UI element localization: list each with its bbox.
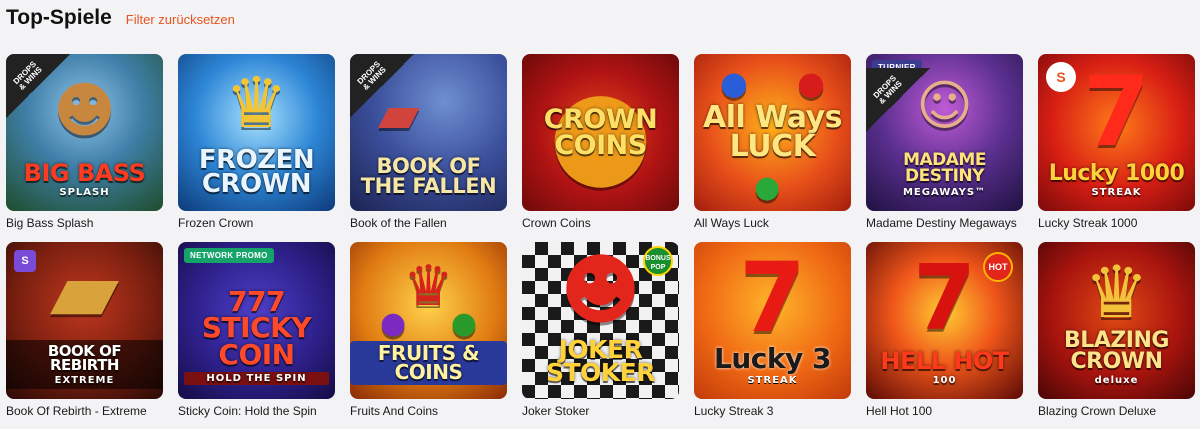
game-card-sticky-coin[interactable]: NETWORK PROMO 777 STICKY COIN HOLD THE S…: [178, 242, 335, 418]
game-thumbnail[interactable]: ♛ ● ● FRUITS & COINS: [350, 242, 507, 399]
game-thumbnail[interactable]: ♛ BLAZING CROWN deluxe: [1038, 242, 1195, 399]
game-name: Frozen Crown: [178, 216, 254, 230]
game-logo: BOOK OF THE FALLEN: [360, 154, 497, 199]
game-name: Madame Destiny Megaways: [866, 216, 1017, 230]
game-logo: HELL HOT 100: [880, 346, 1009, 386]
game-name: Book Of Rebirth - Extreme: [6, 404, 147, 418]
game-logo: CROWN COINS: [543, 103, 658, 161]
game-name: All Ways Luck: [694, 216, 769, 230]
game-thumbnail[interactable]: ● ● ● All Ways LUCK: [694, 54, 851, 211]
game-card-fruits-and-coins[interactable]: ♛ ● ● FRUITS & COINS Fruits And Coins: [350, 242, 507, 418]
game-thumbnail[interactable]: DROPS & WINS ▰ BOOK OF THE FALLEN: [350, 54, 507, 211]
game-card-crown-coins[interactable]: ● CROWN COINS Crown Coins: [522, 54, 679, 230]
game-logo: FRUITS & COINS: [350, 341, 507, 385]
game-card-big-bass-splash[interactable]: DROPS & WINS ☻ BIG BASS SPLASH Big Bass …: [6, 54, 163, 230]
game-card-lucky-streak-1000[interactable]: S 7 Lucky 1000 STREAK Lucky Streak 1000: [1038, 54, 1195, 230]
game-logo: All Ways LUCK: [703, 100, 842, 164]
game-name: Lucky Streak 1000: [1038, 216, 1138, 230]
game-name: Fruits And Coins: [350, 404, 439, 418]
game-card-book-of-rebirth-extreme[interactable]: S ▰ BOOK OF REBIRTH EXTREME Book Of Rebi…: [6, 242, 163, 418]
game-thumbnail[interactable]: S 7 Lucky 1000 STREAK: [1038, 54, 1195, 211]
game-logo: Lucky 1000 STREAK: [1048, 160, 1185, 198]
game-thumbnail[interactable]: DROPS & WINS ☻ BIG BASS SPLASH: [6, 54, 163, 211]
game-logo: 777 STICKY COIN HOLD THE SPIN: [178, 287, 335, 385]
game-thumbnail[interactable]: ♛ FROZEN CROWN: [178, 54, 335, 211]
game-name: Sticky Coin: Hold the Spin: [178, 404, 317, 418]
game-name: Crown Coins: [522, 216, 591, 230]
game-card-joker-stoker[interactable]: BONUS POP ☻ JOKER STOKER Joker Stoker: [522, 242, 679, 418]
game-card-madame-destiny-megaways[interactable]: TURNIER DROPS & WINS ☺ MADAME DESTINY ME…: [866, 54, 1023, 230]
game-card-book-of-the-fallen[interactable]: DROPS & WINS ▰ BOOK OF THE FALLEN Book o…: [350, 54, 507, 230]
network-promo-tag: NETWORK PROMO: [184, 248, 274, 263]
game-logo: JOKER STOKER: [545, 334, 656, 388]
game-name: Big Bass Splash: [6, 216, 94, 230]
game-logo: BLAZING CROWN deluxe: [1064, 327, 1169, 386]
game-logo: BIG BASS SPLASH: [23, 158, 146, 198]
game-card-lucky-streak-3[interactable]: 7 Lucky 3 STREAK Lucky Streak 3: [694, 242, 851, 418]
bonus-pop-badge: BONUS POP: [643, 246, 673, 276]
drops-wins-ribbon: DROPS & WINS: [866, 68, 930, 132]
game-name: Joker Stoker: [522, 404, 590, 418]
section-title: Top-Spiele: [6, 6, 112, 29]
game-name: Hell Hot 100: [866, 404, 933, 418]
game-logo: MADAME DESTINY MEGAWAYS™: [902, 150, 987, 198]
game-thumbnail[interactable]: NETWORK PROMO 777 STICKY COIN HOLD THE S…: [178, 242, 335, 399]
drops-wins-ribbon: DROPS & WINS: [350, 54, 414, 118]
game-card-hell-hot-100[interactable]: HOT 7 HELL HOT 100 Hell Hot 100: [866, 242, 1023, 418]
game-thumbnail[interactable]: TURNIER DROPS & WINS ☺ MADAME DESTINY ME…: [866, 54, 1023, 211]
game-thumbnail[interactable]: 7 Lucky 3 STREAK: [694, 242, 851, 399]
game-logo: Lucky 3 STREAK: [714, 341, 831, 386]
game-thumbnail[interactable]: BONUS POP ☻ JOKER STOKER: [522, 242, 679, 399]
game-card-frozen-crown[interactable]: ♛ FROZEN CROWN Frozen Crown: [178, 54, 335, 230]
game-logo: FROZEN CROWN: [198, 144, 315, 200]
section-header: Top-Spiele Filter zurücksetzen: [6, 6, 235, 30]
game-card-blazing-crown-deluxe[interactable]: ♛ BLAZING CROWN deluxe Blazing Crown Del…: [1038, 242, 1195, 418]
game-name: Lucky Streak 3: [694, 404, 774, 418]
game-thumbnail[interactable]: HOT 7 HELL HOT 100: [866, 242, 1023, 399]
provider-logo-icon: S: [14, 250, 36, 272]
game-logo: BOOK OF REBIRTH EXTREME: [6, 340, 163, 389]
drops-wins-ribbon: DROPS & WINS: [6, 54, 70, 118]
hot-badge: HOT: [983, 252, 1013, 282]
game-name: Blazing Crown Deluxe: [1038, 404, 1157, 418]
game-thumbnail[interactable]: S ▰ BOOK OF REBIRTH EXTREME: [6, 242, 163, 399]
reset-filter-link[interactable]: Filter zurücksetzen: [126, 12, 235, 27]
provider-logo-icon: S: [1046, 62, 1076, 92]
game-name: Book of the Fallen: [350, 216, 447, 230]
game-card-all-ways-luck[interactable]: ● ● ● All Ways LUCK All Ways Luck: [694, 54, 851, 230]
game-thumbnail[interactable]: ● CROWN COINS: [522, 54, 679, 211]
games-grid: DROPS & WINS ☻ BIG BASS SPLASH Big Bass …: [6, 54, 1195, 418]
